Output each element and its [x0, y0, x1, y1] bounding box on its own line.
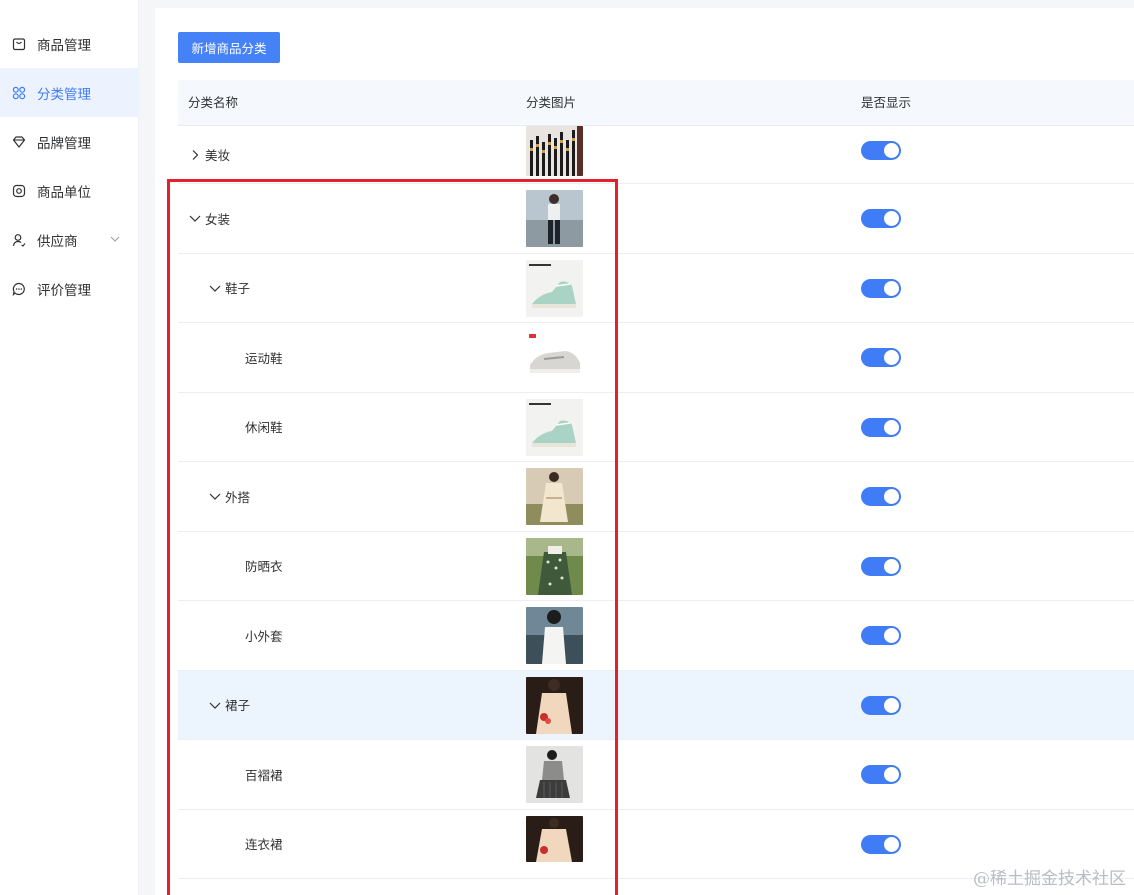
toggle-knob [884, 558, 899, 574]
visibility-toggle[interactable] [861, 695, 901, 715]
name-cell: 小外套 [245, 601, 283, 670]
toggle-knob [884, 489, 899, 504]
sidebar-item-label: 商品管理 [37, 37, 91, 53]
column-header-name: 分类名称 [188, 96, 239, 110]
category-image [526, 676, 583, 734]
category-image [526, 259, 583, 317]
category-name: 美妆 [205, 149, 231, 163]
table-row: 外搭 [178, 462, 1134, 532]
chevron-down-icon[interactable] [188, 211, 202, 225]
visibility-toggle[interactable] [861, 487, 901, 506]
chat-icon [12, 282, 26, 296]
name-cell: 运动鞋 [245, 323, 283, 392]
sidebar-item-brands[interactable]: 品牌管理 [0, 117, 139, 166]
visibility-toggle[interactable] [861, 417, 901, 437]
table-row: 美妆 [178, 126, 1134, 184]
toggle-knob [884, 143, 899, 158]
table-row: 百褶裙 [178, 740, 1134, 810]
table-row: 裙子 [178, 670, 1134, 740]
category-name: 连衣裙 [245, 838, 283, 853]
visibility-toggle[interactable] [861, 278, 901, 298]
visibility-toggle[interactable] [861, 626, 901, 645]
table-row: 休闲鞋 [178, 392, 1134, 462]
name-cell: 百褶裙 [245, 740, 283, 809]
sidebar-item-categories[interactable]: 分类管理 [0, 68, 139, 117]
toggle-knob [884, 280, 899, 296]
table-header: 分类名称 分类图片 是否显示 [178, 80, 1134, 126]
table-row: 鞋子 [178, 253, 1134, 323]
sidebar-item-label: 评价管理 [37, 282, 91, 298]
sidebar-item-label: 品牌管理 [37, 135, 91, 151]
toggle-knob [884, 628, 899, 643]
add-category-button[interactable]: 新增商品分类 [178, 32, 280, 63]
sidebar-item-suppliers[interactable]: 供应商 [0, 215, 139, 264]
toggle-knob [884, 836, 899, 852]
column-header-visible: 是否显示 [861, 96, 912, 110]
app-root: 商品管理 分类管理 品牌管理 商品单位 供应商 评价管理 新增商品分类 分类名称… [0, 0, 1134, 895]
category-image [526, 190, 583, 247]
bag-icon [12, 37, 26, 51]
chevron-down-icon[interactable] [208, 489, 222, 503]
toggle-knob [884, 697, 899, 713]
circle-icon [12, 184, 26, 198]
category-image [526, 607, 583, 664]
category-image [526, 329, 583, 386]
chevron-down-icon[interactable] [208, 698, 222, 712]
visibility-toggle[interactable] [861, 556, 901, 576]
sidebar-item-label: 供应商 [37, 233, 78, 249]
visibility-toggle[interactable] [861, 348, 901, 367]
visibility-toggle[interactable] [861, 765, 901, 784]
category-name: 小外套 [245, 629, 283, 644]
name-cell: 防晒衣 [245, 532, 283, 601]
category-name: 裙子 [225, 699, 251, 714]
category-name: 鞋子 [225, 282, 251, 297]
name-cell: 鞋子 [208, 254, 250, 323]
category-image [526, 746, 583, 803]
category-image [526, 398, 583, 456]
visibility-toggle[interactable] [861, 834, 901, 854]
table-row: 女装 [178, 184, 1134, 254]
table-row: 运动鞋 [178, 323, 1134, 393]
table-row: 防晒衣 [178, 531, 1134, 601]
sidebar-item-label: 分类管理 [37, 86, 91, 102]
category-image [526, 126, 583, 176]
name-cell: 美妆 [188, 126, 230, 183]
main-panel: 新增商品分类 分类名称 分类图片 是否显示 美妆 女装 鞋子 运动鞋 休闲鞋 外… [155, 8, 1134, 895]
chevron-down-icon [109, 233, 121, 245]
column-header-image: 分类图片 [526, 96, 577, 110]
chevron-right-icon[interactable] [188, 148, 202, 162]
user-icon [12, 233, 26, 247]
category-table: 分类名称 分类图片 是否显示 美妆 女装 鞋子 运动鞋 休闲鞋 外搭 防晒衣 小… [178, 80, 1134, 879]
sidebar-item-label: 商品单位 [37, 184, 91, 200]
sidebar-item-reviews[interactable]: 评价管理 [0, 264, 139, 313]
chevron-down-icon[interactable] [208, 281, 222, 295]
watermark: @稀土掘金技术社区 [973, 869, 1126, 889]
name-cell: 女装 [188, 184, 230, 253]
sidebar: 商品管理 分类管理 品牌管理 商品单位 供应商 评价管理 [0, 0, 139, 895]
visibility-toggle[interactable] [861, 209, 901, 228]
visibility-toggle[interactable] [861, 141, 901, 160]
name-cell: 裙子 [208, 671, 250, 740]
table-row: 小外套 [178, 601, 1134, 671]
toggle-knob [884, 211, 899, 226]
sidebar-item-products[interactable]: 商品管理 [0, 19, 139, 68]
toggle-knob [884, 350, 899, 365]
category-image [526, 537, 583, 595]
toggle-knob [884, 419, 899, 435]
name-cell: 外搭 [208, 462, 250, 531]
category-name: 防晒衣 [245, 560, 283, 575]
category-name: 百褶裙 [245, 768, 283, 783]
category-name: 外搭 [225, 490, 251, 505]
category-image [526, 468, 583, 525]
category-name: 女装 [205, 212, 231, 227]
grid-icon [12, 86, 26, 100]
name-cell: 休闲鞋 [245, 393, 283, 462]
category-name: 休闲鞋 [245, 421, 283, 436]
sidebar-item-units[interactable]: 商品单位 [0, 166, 139, 215]
toggle-knob [884, 767, 899, 782]
diamond-icon [12, 135, 26, 149]
category-name: 运动鞋 [245, 351, 283, 366]
name-cell: 连衣裙 [245, 810, 283, 879]
category-image [526, 815, 583, 862]
